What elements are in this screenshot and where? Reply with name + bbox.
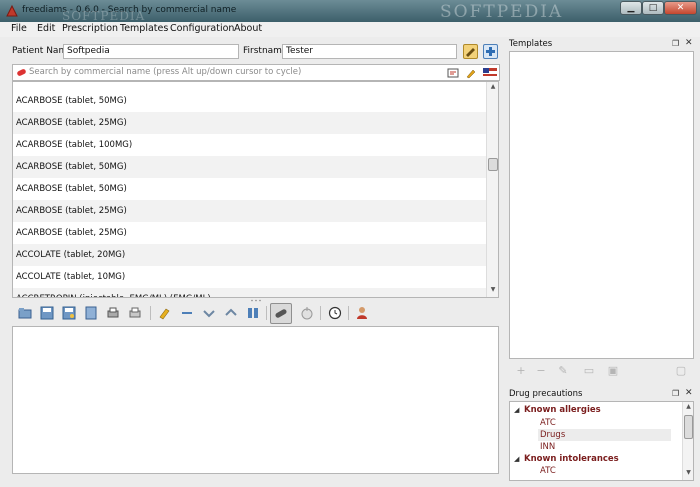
document-icon[interactable] [84, 306, 98, 320]
drug-list-scrollbar[interactable]: ▲ ▼ [486, 82, 498, 297]
pill-icon [275, 309, 287, 318]
patient-name-field[interactable]: Softpedia [63, 44, 239, 59]
templates-dock-title: Templates [509, 39, 553, 49]
templates-tree[interactable] [509, 51, 694, 359]
tree-item[interactable]: ATC [540, 417, 556, 429]
tree-item-selected[interactable]: Drugs [538, 429, 671, 441]
menu-bar: File Edit Prescription Templates Configu… [0, 22, 700, 37]
precautions-dock-title: Drug precautions [509, 389, 583, 399]
search-mode-icon[interactable] [447, 67, 459, 79]
prescription-area[interactable] [12, 326, 499, 474]
firstname-label: Firstname [243, 46, 288, 56]
precautions-dock-header: Drug precautions ❐ ✕ [509, 388, 694, 402]
menu-about[interactable]: About [234, 23, 262, 34]
scroll-down-arrow-icon[interactable]: ▼ [487, 286, 498, 296]
prescription-toolbar [12, 302, 499, 324]
menu-edit[interactable]: Edit [37, 23, 55, 34]
toolbar-separator [150, 306, 151, 320]
patient-lookup-button[interactable] [463, 44, 478, 59]
expanded-arrow-icon[interactable]: ◢ [514, 453, 524, 465]
drug-mode-button[interactable] [270, 303, 292, 324]
scroll-up-arrow-icon[interactable]: ▲ [683, 403, 693, 413]
menu-configuration[interactable]: Configuration [170, 23, 234, 34]
list-item[interactable]: ACARBOSE (tablet, 25MG) [13, 222, 486, 244]
save-template-icon[interactable]: ▣ [607, 365, 619, 377]
doctor-icon[interactable] [355, 306, 369, 320]
print-template-icon[interactable]: ▭ [583, 365, 595, 377]
title-bar: freediams - 0.6.0 - Search by commercial… [0, 0, 700, 23]
remove-icon[interactable] [180, 306, 194, 320]
watermark: SOFTPEDIA [440, 2, 564, 22]
minimize-button[interactable]: ▁ [620, 1, 642, 15]
dock-close-icon[interactable]: ✕ [685, 388, 693, 398]
scroll-thumb[interactable] [684, 415, 693, 439]
list-item[interactable]: ACARBOSE (tablet, 25MG) [13, 112, 486, 134]
toolbar-separator [320, 306, 321, 320]
tree-group-intolerances[interactable]: ◢ Known intolerances [514, 453, 619, 465]
edit-icon[interactable] [465, 67, 477, 79]
dock-close-icon[interactable]: ✕ [685, 38, 693, 48]
pencil-icon [466, 48, 475, 57]
close-button[interactable]: ✕ [664, 1, 697, 15]
scroll-up-arrow-icon[interactable]: ▲ [487, 83, 498, 93]
list-item[interactable]: ACCRETROPIN (injectable, EMG/ML) (EMG/ML… [13, 288, 486, 297]
list-item[interactable]: ACARBOSE (tablet, 50MG) [13, 82, 486, 90]
add-patient-button[interactable] [483, 44, 498, 59]
tree-group-allergies[interactable]: ◢ Known allergies [514, 404, 601, 416]
templates-dock-header: Templates ❐ ✕ [509, 38, 694, 52]
add-template-icon[interactable]: + [515, 365, 527, 377]
watermark-small: SOFTPEDIA [62, 9, 146, 23]
save-as-icon[interactable] [62, 306, 76, 320]
save-icon[interactable] [40, 306, 54, 320]
plus-icon [486, 47, 495, 56]
precautions-tree[interactable]: ◢ Known allergies ATC Drugs INN ◢ Known in… [509, 401, 694, 481]
clear-brush-icon[interactable] [158, 306, 172, 320]
scroll-down-arrow-icon[interactable]: ▼ [683, 469, 693, 479]
templates-toolbar: + − ✎ ▭ ▣ ▢ [509, 361, 694, 381]
toolbar-separator [266, 306, 267, 320]
precautions-scrollbar[interactable]: ▲ ▼ [682, 402, 693, 480]
flag-icon[interactable] [483, 68, 497, 78]
app-logo-icon [6, 4, 18, 17]
scroll-thumb[interactable] [488, 158, 498, 171]
drug-search-input[interactable]: Search by commercial name (press Alt up/… [12, 64, 500, 81]
print-icon[interactable] [128, 306, 142, 320]
menu-templates[interactable]: Templates [120, 23, 168, 34]
list-item[interactable]: ACARBOSE (tablet, 50MG) [13, 178, 486, 200]
lock-template-icon[interactable]: ▢ [675, 365, 687, 377]
interactions-icon[interactable] [246, 306, 260, 320]
tree-group-label: Known allergies [524, 405, 601, 415]
drug-list[interactable]: ACARBOSE (tablet, 50MG) ACARBOSE (tablet… [12, 81, 499, 298]
firstname-field[interactable]: Tester [282, 44, 457, 59]
print-preview-icon[interactable] [106, 306, 120, 320]
list-item[interactable]: ACARBOSE (tablet, 50MG) [13, 90, 486, 112]
move-up-icon[interactable] [224, 306, 238, 320]
edit-template-icon[interactable]: ✎ [557, 365, 569, 377]
maximize-button[interactable]: □ [642, 1, 664, 15]
list-item[interactable]: ACCOLATE (tablet, 20MG) [13, 244, 486, 266]
dock-float-icon[interactable]: ❐ [672, 389, 679, 398]
tree-group-label: Known intolerances [524, 454, 619, 464]
dock-float-icon[interactable]: ❐ [672, 39, 679, 48]
search-placeholder: Search by commercial name (press Alt up/… [29, 67, 302, 77]
toolbar-separator [348, 306, 349, 320]
open-folder-icon[interactable] [18, 306, 32, 320]
menu-file[interactable]: File [11, 23, 27, 34]
protocol-icon[interactable] [300, 306, 314, 320]
history-icon[interactable] [328, 306, 342, 320]
tree-item[interactable]: ATC [540, 465, 556, 477]
expanded-arrow-icon[interactable]: ◢ [514, 404, 524, 416]
list-item[interactable]: ACCOLATE (tablet, 10MG) [13, 266, 486, 288]
list-item[interactable]: ACARBOSE (tablet, 100MG) [13, 134, 486, 156]
remove-template-icon[interactable]: − [535, 365, 547, 377]
list-item[interactable]: ACARBOSE (tablet, 25MG) [13, 200, 486, 222]
move-down-icon[interactable] [202, 306, 216, 320]
pill-icon [17, 69, 26, 76]
list-item[interactable]: ACARBOSE (tablet, 50MG) [13, 156, 486, 178]
menu-prescription[interactable]: Prescription [62, 23, 118, 34]
tree-item[interactable]: INN [540, 441, 555, 453]
